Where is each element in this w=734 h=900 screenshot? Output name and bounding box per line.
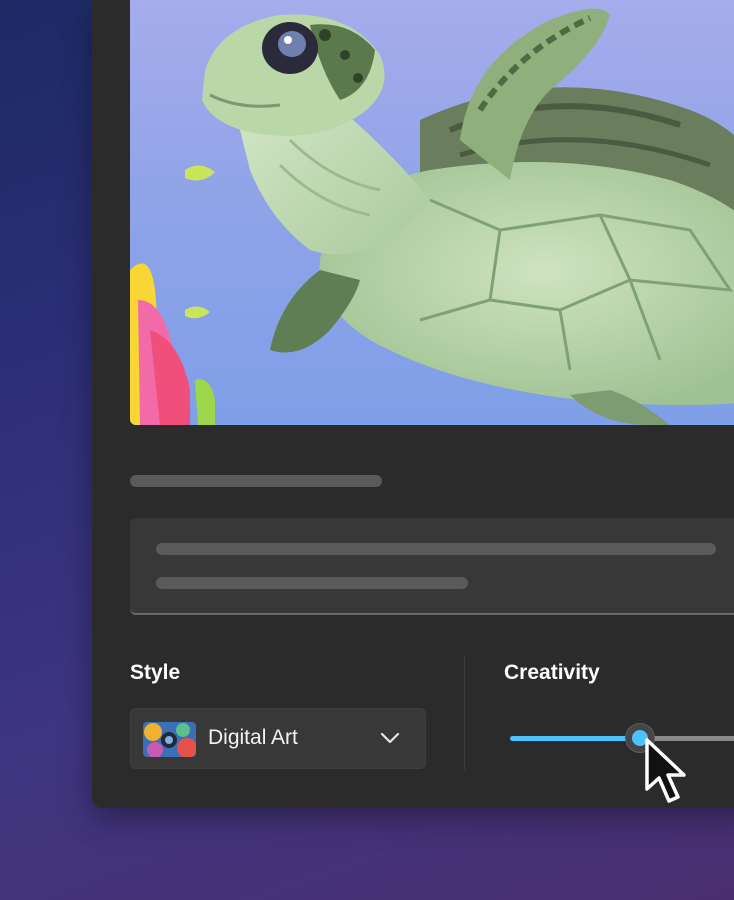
prompt-placeholder-line-1 [156,543,716,555]
prompt-input[interactable] [130,518,734,615]
style-thumbnail [143,722,196,757]
section-divider [464,655,465,770]
creativity-slider[interactable] [510,720,734,760]
image-creator-panel: Style Digital Art Creativity [92,0,734,808]
style-dropdown[interactable]: Digital Art [130,708,426,769]
title-placeholder [130,475,382,487]
creativity-label: Creativity [504,661,600,684]
mouse-cursor-icon [643,737,693,812]
style-label: Style [130,661,181,684]
chevron-down-icon[interactable] [379,730,401,751]
slider-fill [510,736,640,741]
generated-image [130,0,734,425]
turtle-illustration [130,0,734,425]
style-selected-value: Digital Art [208,726,298,749]
prompt-placeholder-line-2 [156,577,468,589]
